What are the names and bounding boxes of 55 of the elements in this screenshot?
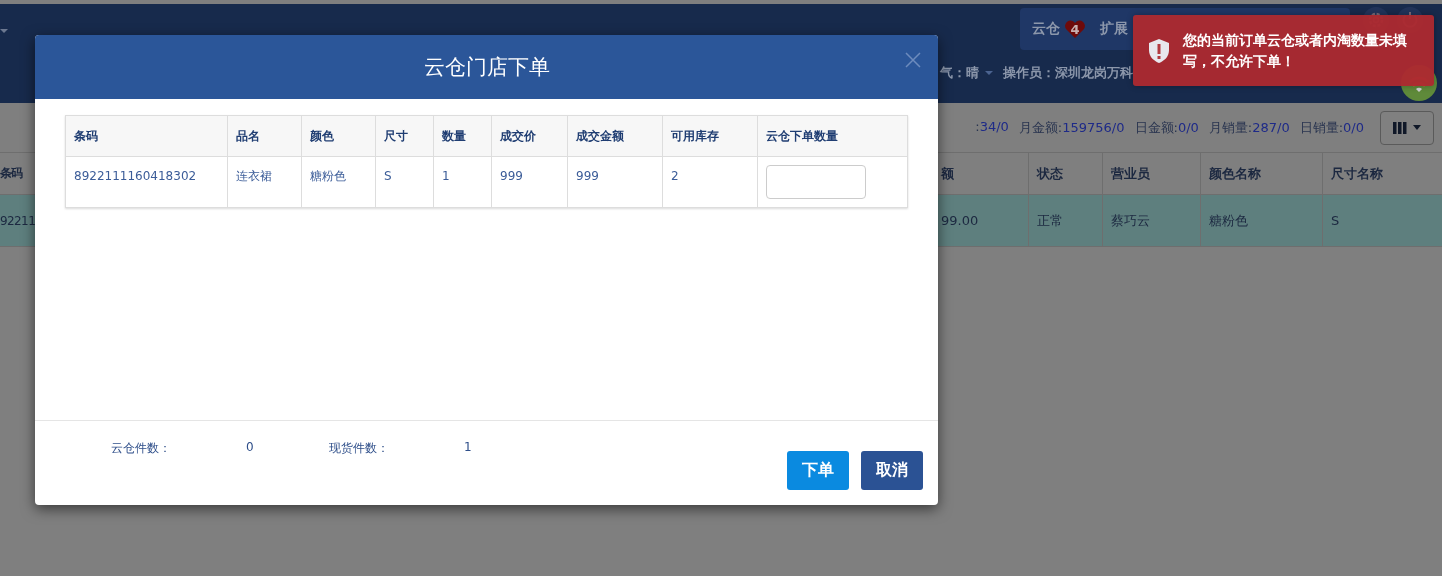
column-header: 尺寸 bbox=[384, 128, 408, 143]
nav-menu-item[interactable]: 扩展 bbox=[1100, 20, 1128, 38]
table-cell: 2 bbox=[671, 169, 679, 183]
table-cell: 蔡巧云 bbox=[1111, 211, 1150, 230]
column-header: 营业员 bbox=[1111, 164, 1150, 183]
nav-menu-item[interactable]: 云仓 bbox=[1032, 20, 1060, 38]
stat-text: :34/0 bbox=[975, 118, 1009, 136]
weather-text: 气：晴 bbox=[940, 64, 979, 82]
count-value: 0 bbox=[246, 440, 254, 454]
count-value: 1 bbox=[464, 440, 472, 454]
table-cell: 糖粉色 bbox=[1209, 211, 1248, 230]
cancel-button[interactable]: 取消 bbox=[861, 451, 923, 490]
quantity-input[interactable] bbox=[766, 165, 866, 199]
table-cell: 连衣裙 bbox=[236, 168, 272, 183]
column-header: 可用库存 bbox=[671, 128, 719, 143]
count-label: 现货件数： bbox=[329, 441, 389, 455]
table-cell: 999 bbox=[500, 169, 523, 183]
stat-text: 月金额:159756/0 bbox=[1018, 118, 1125, 137]
stat-text: 日金额:0/0 bbox=[1134, 118, 1199, 137]
table-cell: 99.00 bbox=[941, 213, 979, 228]
column-header: 数量 bbox=[442, 128, 466, 143]
operator-text: 操作员：深圳龙岗万科 bbox=[1003, 64, 1133, 82]
columns-toggle-button[interactable] bbox=[1380, 110, 1434, 145]
column-header: 成交价 bbox=[500, 128, 536, 143]
column-header: 条码 bbox=[74, 128, 98, 143]
column-header: 额 bbox=[941, 164, 954, 183]
table-cell: 正常 bbox=[1037, 211, 1063, 230]
caret-icon[interactable] bbox=[0, 29, 8, 33]
column-header: 云仓下单数量 bbox=[766, 128, 838, 143]
caret-icon bbox=[1413, 125, 1421, 130]
table-cell: S bbox=[384, 169, 392, 183]
column-header: 品名 bbox=[236, 128, 260, 143]
table-cell: 999 bbox=[576, 169, 599, 183]
caret-icon[interactable] bbox=[985, 71, 993, 75]
column-header: 条码 bbox=[0, 165, 23, 182]
stat-text: 月销量:287/0 bbox=[1208, 118, 1290, 137]
stat-text: 日销量:0/0 bbox=[1299, 118, 1364, 137]
shield-warning-icon bbox=[1149, 38, 1169, 63]
table-cell: S bbox=[1331, 213, 1340, 228]
table-cell: 1 bbox=[442, 169, 450, 183]
count-label: 云仓件数： bbox=[111, 441, 171, 455]
table-cell: 92211 bbox=[0, 213, 35, 228]
count-badge: 4 bbox=[1064, 19, 1086, 39]
column-header: 尺寸名称 bbox=[1331, 164, 1383, 183]
column-header: 状态 bbox=[1037, 164, 1063, 183]
table-cell: 糖粉色 bbox=[310, 168, 346, 183]
submit-order-button[interactable]: 下单 bbox=[787, 451, 849, 490]
table-cell: 8922111160418302 bbox=[74, 169, 197, 183]
column-header: 颜色名称 bbox=[1209, 164, 1261, 183]
close-icon[interactable] bbox=[905, 52, 921, 68]
column-header: 成交金额 bbox=[576, 128, 624, 143]
dialog-title: 云仓门店下单 bbox=[423, 54, 550, 81]
column-header: 颜色 bbox=[310, 128, 334, 143]
columns-icon bbox=[1393, 121, 1407, 134]
toast-message: 您的当前订单云仓或者内淘数量未填写，不允许下单！ bbox=[1183, 30, 1408, 71]
